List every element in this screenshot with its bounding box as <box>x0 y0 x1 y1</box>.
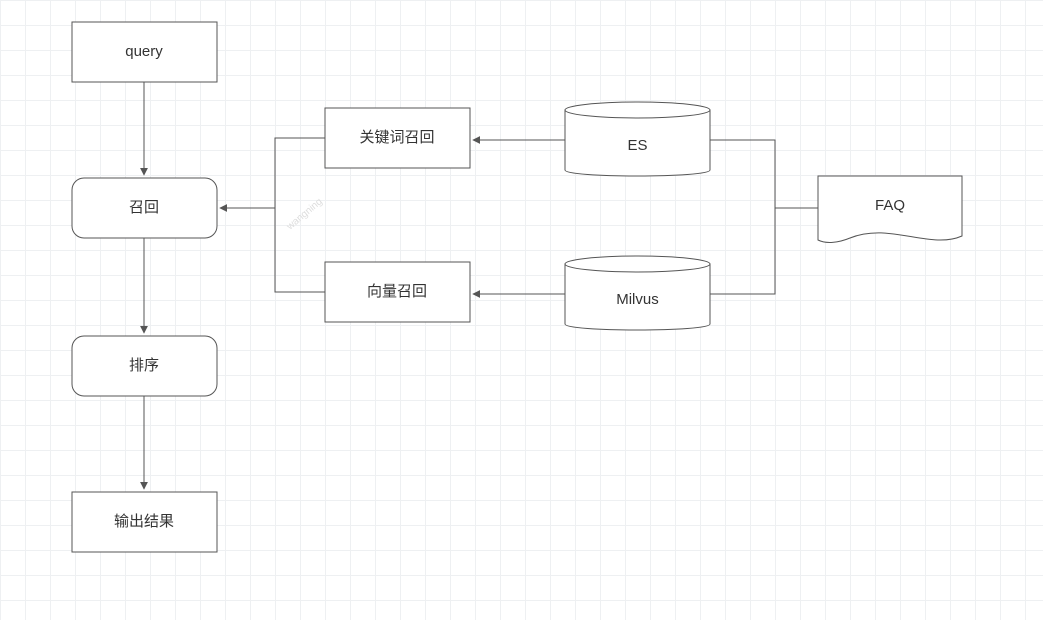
label-query: query <box>125 43 163 60</box>
diagram-canvas: query 召回 排序 输出结果 关键词召回 向量召回 ES Milvus FA… <box>0 0 1043 620</box>
label-milvus: Milvus <box>616 291 659 308</box>
label-vector-recall: 向量召回 <box>367 283 427 300</box>
watermark: wangning <box>284 196 325 233</box>
label-recall: 召回 <box>129 199 159 216</box>
conn-faq-es <box>710 140 818 208</box>
label-es: ES <box>627 137 647 154</box>
label-keyword-recall: 关键词召回 <box>359 129 434 146</box>
label-rank: 排序 <box>129 357 159 374</box>
label-output: 输出结果 <box>114 513 174 530</box>
label-faq: FAQ <box>875 197 905 214</box>
conn-faq-milvus <box>710 208 775 294</box>
